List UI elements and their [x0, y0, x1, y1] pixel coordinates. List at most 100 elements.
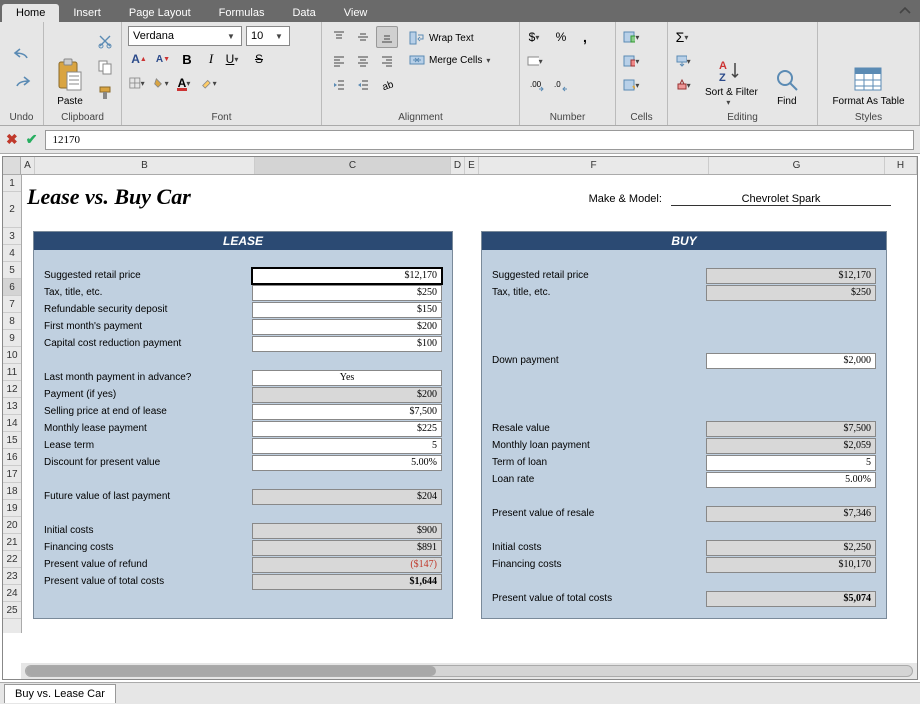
cell[interactable]: $7,500 — [706, 421, 876, 437]
col-header[interactable]: D — [451, 157, 465, 174]
col-header[interactable]: H — [885, 157, 917, 174]
row-header[interactable]: 16 — [3, 449, 21, 466]
bold-button[interactable]: B — [176, 48, 198, 70]
cut-button[interactable] — [94, 30, 116, 52]
currency-button[interactable]: $▾ — [526, 26, 548, 48]
undo-button[interactable] — [11, 43, 33, 65]
font-size-select[interactable]: 10▼ — [246, 26, 290, 46]
cell[interactable]: $10,170 — [706, 557, 876, 573]
cell[interactable]: $200 — [252, 319, 442, 335]
row-header[interactable] — [3, 619, 21, 633]
row-header[interactable]: 12 — [3, 381, 21, 398]
comma-button[interactable]: , — [574, 26, 596, 48]
row-header[interactable]: 7 — [3, 296, 21, 313]
row-header[interactable]: 18 — [3, 483, 21, 500]
cell[interactable]: $900 — [252, 523, 442, 539]
row-header[interactable]: 24 — [3, 585, 21, 602]
cell[interactable]: $250 — [706, 285, 876, 301]
tab-insert[interactable]: Insert — [59, 4, 115, 22]
col-header[interactable]: F — [479, 157, 709, 174]
col-header[interactable]: C — [255, 157, 451, 174]
insert-cells-button[interactable]: ▾ — [622, 26, 644, 48]
find-button[interactable]: Find — [767, 26, 807, 110]
scrollbar-thumb[interactable] — [26, 666, 436, 676]
row-header[interactable]: 23 — [3, 568, 21, 585]
autosum-button[interactable]: Σ▾ — [674, 26, 696, 48]
row-header[interactable]: 5 — [3, 262, 21, 279]
merge-cells-button[interactable]: Merge Cells▾ — [402, 50, 503, 70]
fill-color-button[interactable]: ▾ — [152, 72, 174, 94]
row-header[interactable]: 14 — [3, 415, 21, 432]
copy-button[interactable] — [94, 56, 116, 78]
cancel-edit-icon[interactable]: ✖ — [6, 131, 18, 148]
tab-page-layout[interactable]: Page Layout — [115, 4, 205, 22]
cell[interactable]: $891 — [252, 540, 442, 556]
make-model-value[interactable]: Chevrolet Spark — [671, 193, 891, 206]
number-format-button[interactable]: ▾ — [526, 50, 548, 72]
wrap-text-button[interactable]: Wrap Text — [402, 28, 503, 48]
percent-button[interactable]: % — [550, 26, 572, 48]
decrease-decimal-button[interactable]: .0 — [550, 74, 572, 96]
cell[interactable]: $12,170 — [706, 268, 876, 284]
cell[interactable]: $5,074 — [706, 591, 876, 607]
align-left-button[interactable] — [328, 50, 350, 72]
row-header[interactable]: 9 — [3, 330, 21, 347]
row-header[interactable]: 13 — [3, 398, 21, 415]
row-header[interactable]: 20 — [3, 517, 21, 534]
row-header[interactable]: 1 — [3, 175, 21, 192]
cell[interactable]: Yes — [252, 370, 442, 386]
cell[interactable]: $2,000 — [706, 353, 876, 369]
cell[interactable]: ($147) — [252, 557, 442, 573]
formula-input[interactable] — [45, 130, 914, 150]
cell[interactable]: $1,644 — [252, 574, 442, 590]
decrease-indent-button[interactable] — [328, 74, 350, 96]
spreadsheet-grid[interactable]: A B C D E F G H 1 2 3 4 5 6 7 8 9 10 11 … — [2, 156, 918, 680]
cell[interactable]: 5.00% — [706, 472, 876, 488]
border-button[interactable]: ▾ — [128, 72, 150, 94]
col-header[interactable]: E — [465, 157, 479, 174]
increase-indent-button[interactable] — [352, 74, 374, 96]
format-as-table-button[interactable]: Format As Table — [827, 26, 909, 110]
cell-selected[interactable]: $12,170 — [252, 268, 442, 284]
format-painter-button[interactable] — [94, 82, 116, 104]
row-header[interactable]: 25 — [3, 602, 21, 619]
increase-decimal-button[interactable]: .00 — [526, 74, 548, 96]
cell[interactable]: $200 — [252, 387, 442, 403]
cell[interactable]: $2,059 — [706, 438, 876, 454]
select-all-corner[interactable] — [3, 157, 21, 174]
paste-button[interactable]: Paste — [50, 26, 90, 110]
cell[interactable]: $7,346 — [706, 506, 876, 522]
accept-edit-icon[interactable]: ✔ — [26, 131, 38, 148]
cell[interactable]: $204 — [252, 489, 442, 505]
tab-data[interactable]: Data — [278, 4, 329, 22]
highlight-button[interactable]: ▾ — [200, 72, 222, 94]
col-header[interactable]: G — [709, 157, 885, 174]
row-header[interactable]: 10 — [3, 347, 21, 364]
cell[interactable]: $100 — [252, 336, 442, 352]
row-header[interactable]: 11 — [3, 364, 21, 381]
tab-view[interactable]: View — [330, 4, 382, 22]
cell[interactable]: $250 — [252, 285, 442, 301]
redo-button[interactable] — [11, 71, 33, 93]
cell[interactable]: $150 — [252, 302, 442, 318]
orientation-button[interactable]: ab — [376, 74, 398, 96]
italic-button[interactable]: I — [200, 48, 222, 70]
tab-formulas[interactable]: Formulas — [205, 4, 279, 22]
fill-button[interactable]: ▾ — [674, 50, 696, 72]
strikethrough-button[interactable]: S — [248, 48, 270, 70]
collapse-ribbon-icon[interactable] — [898, 4, 912, 16]
increase-font-button[interactable]: A▲ — [128, 48, 150, 70]
cell[interactable]: $225 — [252, 421, 442, 437]
align-middle-button[interactable] — [352, 26, 374, 48]
delete-cells-button[interactable]: ▾ — [622, 50, 644, 72]
cell[interactable]: 5 — [706, 455, 876, 471]
row-header[interactable]: 22 — [3, 551, 21, 568]
underline-button[interactable]: U▾ — [224, 48, 246, 70]
row-header[interactable]: 6 — [3, 279, 21, 296]
align-center-button[interactable] — [352, 50, 374, 72]
decrease-font-button[interactable]: A▼ — [152, 48, 174, 70]
cell[interactable]: $7,500 — [252, 404, 442, 420]
align-bottom-button[interactable] — [376, 26, 398, 48]
row-header[interactable]: 17 — [3, 466, 21, 483]
font-color-button[interactable]: A▾ — [176, 72, 198, 94]
